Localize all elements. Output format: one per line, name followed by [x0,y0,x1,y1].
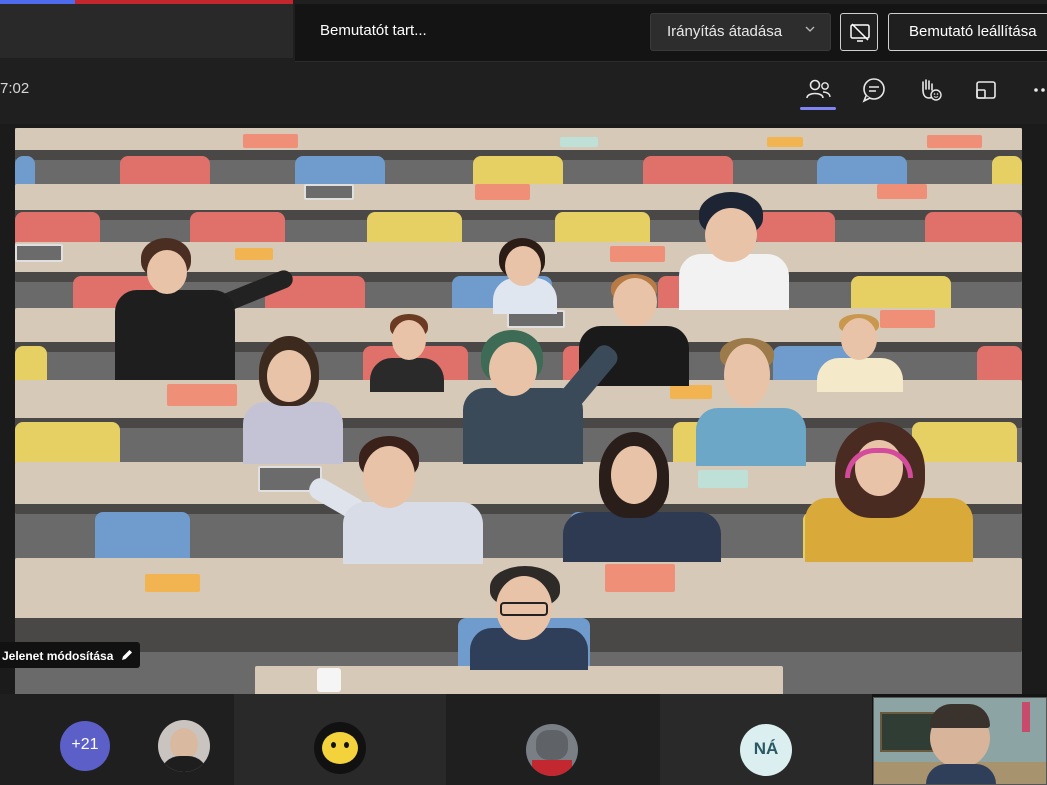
chair [643,156,733,186]
people-active-indicator [800,107,836,110]
auditorium-scene [15,128,1022,694]
participant-avatar[interactable] [526,724,578,776]
participant-seat-presenter[interactable] [470,566,590,670]
participant-tile [446,694,660,785]
participant-strip: +21 NÁ [0,694,1047,785]
participant-tile: +21 [0,694,234,785]
chat-icon [862,78,885,103]
chair [15,422,120,464]
sharing-bar: Bemutatót tart... Irányítás átadása Bemu… [0,0,1047,62]
raise-hand-button[interactable] [914,74,946,106]
chair [295,156,385,186]
chair [992,156,1022,186]
notebook [15,244,63,262]
notebook [304,184,354,200]
chair [817,156,907,186]
chair [555,212,650,246]
notebook [475,184,530,200]
chair [15,156,35,186]
self-video-preview[interactable] [873,697,1047,785]
participant-seat[interactable] [805,422,975,562]
participant-tile: NÁ [660,694,872,785]
change-scene-button[interactable]: Jelenet módosítása [0,642,140,668]
rooms-icon [976,81,996,99]
meeting-timer: 7:02 [0,80,30,97]
people-icon [806,79,831,99]
more-button[interactable] [1026,74,1047,106]
participant-seat[interactable] [815,314,905,392]
raise-hand-icon [922,79,942,101]
chair [15,212,100,246]
chair [120,156,210,186]
people-button[interactable] [802,74,834,106]
overflow-participants-button[interactable]: +21 [60,721,110,771]
together-mode-stage: Jelenet módosítása [0,124,1047,694]
stop-presenting-button[interactable]: Bemutató leállítása [888,13,1047,51]
notebook [610,246,665,262]
chair [977,346,1022,384]
notebook [927,135,982,148]
participant-avatar[interactable] [314,722,366,774]
chair [95,512,190,560]
chair [473,156,563,186]
teams-meeting-window: Bemutatót tart... Irányítás átadása Bemu… [0,0,1047,785]
participant-initials-avatar[interactable]: NÁ [740,724,792,776]
participant-avatar[interactable] [158,720,210,772]
give-control-dropdown[interactable]: Irányítás átadása [650,13,831,51]
coffee-mug [317,668,341,692]
rooms-button[interactable] [970,74,1002,106]
notebook [167,384,237,406]
meeting-toolbar: 7:02 [0,62,1047,124]
chair [851,276,951,312]
chair [15,346,47,384]
chair [925,212,1022,246]
participant-seat[interactable] [370,314,450,392]
stop-screen-share-button[interactable] [840,13,878,51]
notebook [877,184,927,199]
pencil-icon [121,650,132,660]
participant-seat[interactable] [485,238,565,314]
more-icon [1034,88,1045,92]
presenting-status: Bemutatót tart... [320,22,427,39]
notebook [767,137,803,147]
chevron-down-icon [804,23,816,38]
notebook [243,134,298,148]
notebook [145,574,200,592]
notebook [560,137,598,147]
participant-seat[interactable] [305,436,487,564]
stop-screen-share-icon [850,23,870,42]
chat-button[interactable] [858,74,890,106]
participant-tile [234,694,446,785]
give-control-label: Irányítás átadása [667,23,783,40]
chair [367,212,462,246]
participant-seat[interactable] [563,432,723,562]
change-scene-label: Jelenet módosítása [2,649,114,663]
sharing-left-pane [0,4,293,58]
notebook [605,564,675,592]
